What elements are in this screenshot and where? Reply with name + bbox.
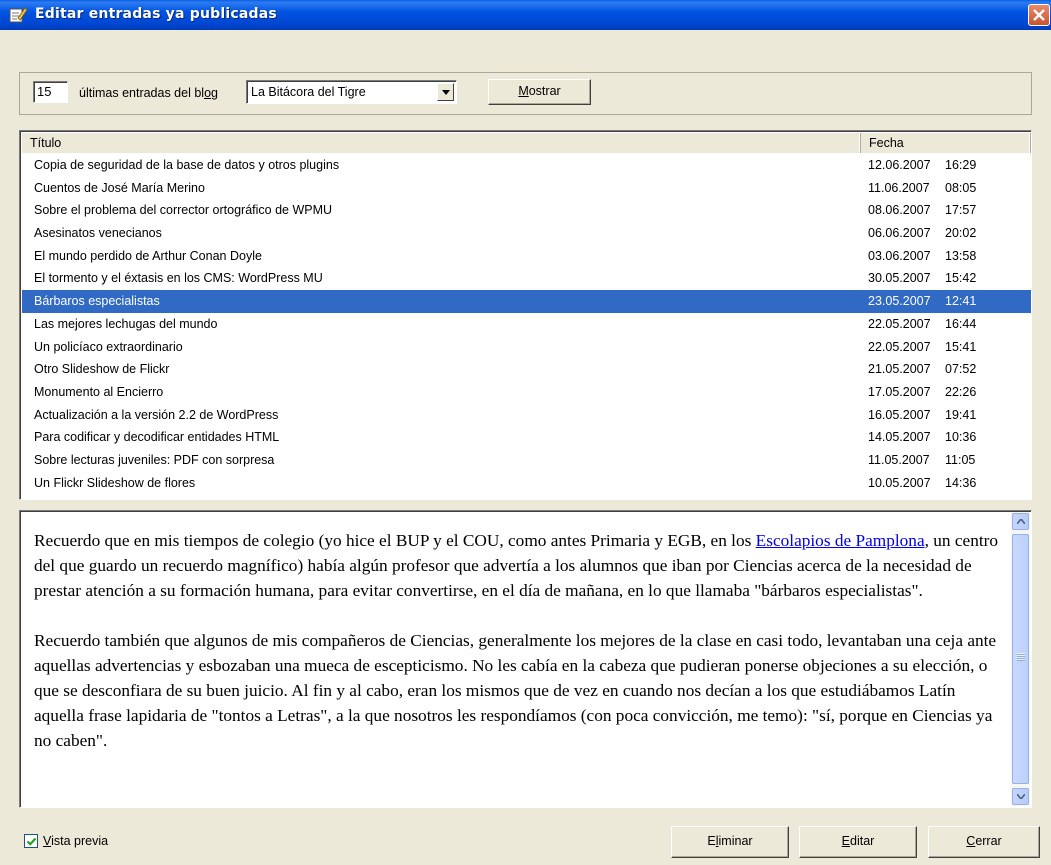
escolapios-link[interactable]: Escolapios de Pamplona (756, 531, 925, 550)
entry-title: El mundo perdido de Arthur Conan Doyle (34, 248, 262, 263)
window-title: Editar entradas ya publicadas (35, 6, 277, 22)
entry-date: 14.05.2007 (868, 430, 931, 445)
blog-select-value: La Bitácora del Tigre (251, 85, 366, 99)
entry-date: 22.05.2007 (868, 339, 931, 354)
list-item[interactable]: Para codificar y decodificar entidades H… (22, 426, 1031, 449)
entry-time: 15:42 (945, 271, 977, 286)
preview-scrollbar[interactable] (1011, 512, 1030, 806)
entry-date: 17.05.2007 (868, 384, 931, 399)
preview-checkbox-box[interactable] (24, 834, 38, 848)
entry-title: Para codificar y decodificar entidades H… (34, 430, 280, 445)
entry-time: 19:41 (945, 407, 977, 422)
scroll-down-icon (1017, 794, 1025, 799)
entry-date: 12.06.2007 (868, 158, 931, 172)
entries-list[interactable]: Título Fecha Copia de seguridad de la ba… (19, 130, 1032, 500)
entry-date: 16.05.2007 (868, 407, 931, 422)
dialog-window: Editar entradas ya publicadas 15 últimas… (0, 0, 1051, 865)
list-item[interactable]: Las mejores lechugas del mundo 22.05.2007… (22, 313, 1031, 336)
list-item[interactable]: Otro Slideshow de Flickr 21.05.2007 07:52 (22, 358, 1031, 381)
entry-date: 22.05.2007 (868, 316, 931, 331)
scroll-down-button[interactable] (1012, 788, 1029, 805)
title-bar[interactable]: Editar entradas ya publicadas (0, 0, 1051, 30)
dropdown-arrow-icon (442, 90, 450, 95)
edit-button[interactable]: Editar (799, 826, 917, 858)
entry-title: Actualización a la versión 2.2 de WordPr… (34, 407, 279, 422)
close-button[interactable]: Cerrar (928, 826, 1040, 858)
list-item[interactable]: Cuentos de José María Merino 11.06.2007 08… (22, 177, 1031, 200)
list-item[interactable]: Bárbaros especialistas 23.05.2007 12:41 (22, 290, 1031, 313)
entry-time: 20:02 (945, 226, 977, 241)
list-header: Título Fecha (22, 133, 1031, 153)
entry-time: 12:41 (945, 294, 977, 309)
entry-time: 17:57 (945, 203, 977, 218)
entries-count-label: últimas entradas del blog (79, 86, 218, 100)
entry-title: Sobre el problema del corrector ortográf… (34, 203, 333, 218)
list-item[interactable]: El mundo perdido de Arthur Conan Doyle 03… (22, 245, 1031, 268)
entries-count-input[interactable]: 15 (33, 81, 68, 103)
entry-title: Sobre lecturas juveniles: PDF con sorpre… (34, 452, 275, 467)
list-item[interactable]: Un policíaco extraordinario 22.05.2007 15:… (22, 336, 1031, 359)
entry-title: Las mejores lechugas del mundo (34, 316, 218, 331)
column-header-date[interactable]: Fecha (861, 133, 1031, 153)
entry-time: 07:52 (945, 362, 977, 377)
entry-title: Bárbaros especialistas (34, 294, 160, 309)
blog-select-arrow[interactable] (437, 83, 454, 101)
entry-title: Un Flickr Slideshow de flores (34, 475, 196, 490)
list-item[interactable]: Un Flickr Slideshow de flores 10.05.2007 1… (22, 472, 1031, 495)
entry-title: Otro Slideshow de Flickr (34, 362, 170, 377)
entry-title: Asesinatos venecianos (34, 226, 162, 241)
list-item[interactable]: Asesinatos venecianos 06.06.2007 20:02 (22, 222, 1031, 245)
entry-date: 11.05.2007 (868, 452, 930, 467)
column-header-title[interactable]: Título (22, 133, 861, 153)
scroll-grip (1017, 653, 1025, 661)
blog-select[interactable]: La Bitácora del Tigre (246, 80, 457, 104)
entry-time: 22:26 (945, 384, 977, 399)
entry-date: 30.05.2007 (868, 271, 931, 286)
close-window-button[interactable] (1028, 4, 1050, 26)
checkmark-icon (26, 837, 37, 846)
entry-title: Copia de seguridad de la base de datos y… (34, 158, 340, 172)
list-item[interactable]: Actualización a la versión 2.2 de WordPr… (22, 404, 1031, 427)
entry-time: 08:05 (945, 180, 977, 195)
entry-date: 23.05.2007 (868, 294, 931, 309)
scroll-up-button[interactable] (1012, 513, 1029, 530)
entry-time: 13:58 (945, 248, 977, 263)
entry-date: 08.06.2007 (868, 203, 931, 218)
entry-title: Cuentos de José María Merino (34, 180, 205, 195)
entry-time: 15:41 (945, 339, 977, 354)
entry-title: El tormento y el éxtasis en los CMS: Wor… (34, 271, 323, 286)
entry-date: 21.05.2007 (868, 362, 931, 377)
list-rows: Copia de seguridad de la base de datos y… (22, 154, 1031, 494)
entry-date: 06.06.2007 (868, 226, 931, 241)
list-item[interactable]: Sobre lecturas juveniles: PDF con sorpre… (22, 449, 1031, 472)
entry-date: 11.06.2007 (868, 180, 930, 195)
entry-date: 10.05.2007 (868, 475, 931, 490)
entry-time: 10:36 (945, 430, 977, 445)
entry-date: 03.06.2007 (868, 248, 931, 263)
preview-paragraph: Recuerdo que en mis tiempos de colegio (… (34, 531, 999, 600)
edit-document-icon (9, 6, 28, 23)
preview-pane[interactable]: Recuerdo que en mis tiempos de colegio (… (19, 510, 1032, 808)
close-icon (1033, 9, 1045, 21)
entry-time: 11:05 (945, 452, 976, 467)
entry-title: Un policíaco extraordinario (34, 339, 183, 354)
entry-time: 16:29 (945, 158, 977, 172)
preview-content: Recuerdo que en mis tiempos de colegio (… (34, 528, 1002, 778)
entry-time: 16:44 (945, 316, 977, 331)
entry-time: 14:36 (945, 475, 977, 490)
list-item[interactable]: El tormento y el éxtasis en los CMS: Wor… (22, 267, 1031, 290)
scroll-up-icon (1017, 519, 1025, 524)
preview-checkbox-label: Vista previa (43, 834, 109, 848)
list-item[interactable]: Copia de seguridad de la base de datos y… (22, 154, 1031, 177)
delete-button[interactable]: Eliminar (671, 826, 789, 858)
scroll-thumb[interactable] (1012, 534, 1029, 784)
list-item[interactable]: Monumento al Encierro 17.05.2007 22:26 (22, 381, 1031, 404)
entry-title: Monumento al Encierro (34, 384, 164, 399)
preview-paragraph: Recuerdo también que algunos de mis comp… (34, 631, 997, 750)
list-item[interactable]: Sobre el problema del corrector ortográf… (22, 199, 1031, 222)
show-button[interactable]: Mostrar (488, 79, 591, 105)
